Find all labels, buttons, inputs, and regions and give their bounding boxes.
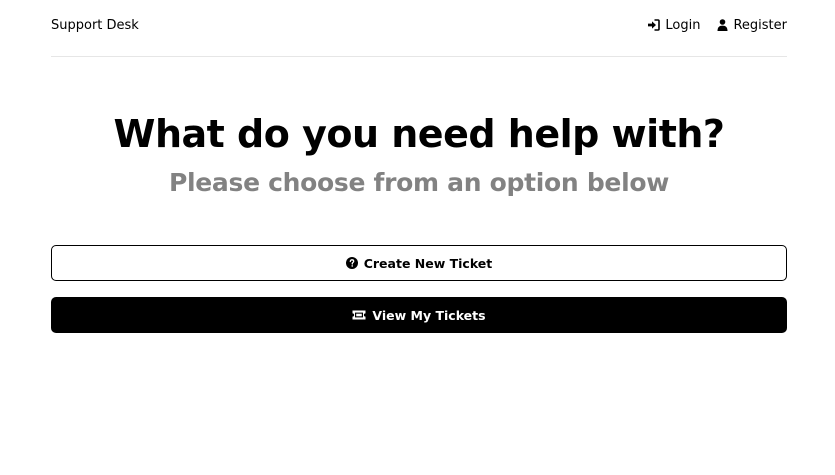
header-nav: Login Register xyxy=(647,18,787,33)
page: Support Desk Login Register What do you … xyxy=(0,0,835,475)
login-label: Login xyxy=(665,17,701,33)
brand-link[interactable]: Support Desk xyxy=(51,18,139,33)
register-link[interactable]: Register xyxy=(717,18,787,33)
create-ticket-label: Create New Ticket xyxy=(363,255,493,271)
page-subtitle: Please choose from an option below xyxy=(168,168,670,197)
sign-in-icon xyxy=(647,19,661,31)
register-label: Register xyxy=(733,17,787,33)
page-title: What do you need help with? xyxy=(113,112,725,156)
create-ticket-button[interactable]: Create New Ticket xyxy=(51,245,787,281)
action-buttons: Create New Ticket View My Tickets xyxy=(51,245,787,333)
question-circle-icon xyxy=(345,257,358,269)
top-header: Support Desk Login Register xyxy=(51,0,787,57)
user-icon xyxy=(717,19,728,31)
login-link[interactable]: Login xyxy=(647,18,700,33)
hero-section: What do you need help with? Please choos… xyxy=(51,111,787,198)
view-tickets-button[interactable]: View My Tickets xyxy=(51,297,787,333)
ticket-icon xyxy=(352,310,366,320)
view-tickets-label: View My Tickets xyxy=(372,307,486,323)
